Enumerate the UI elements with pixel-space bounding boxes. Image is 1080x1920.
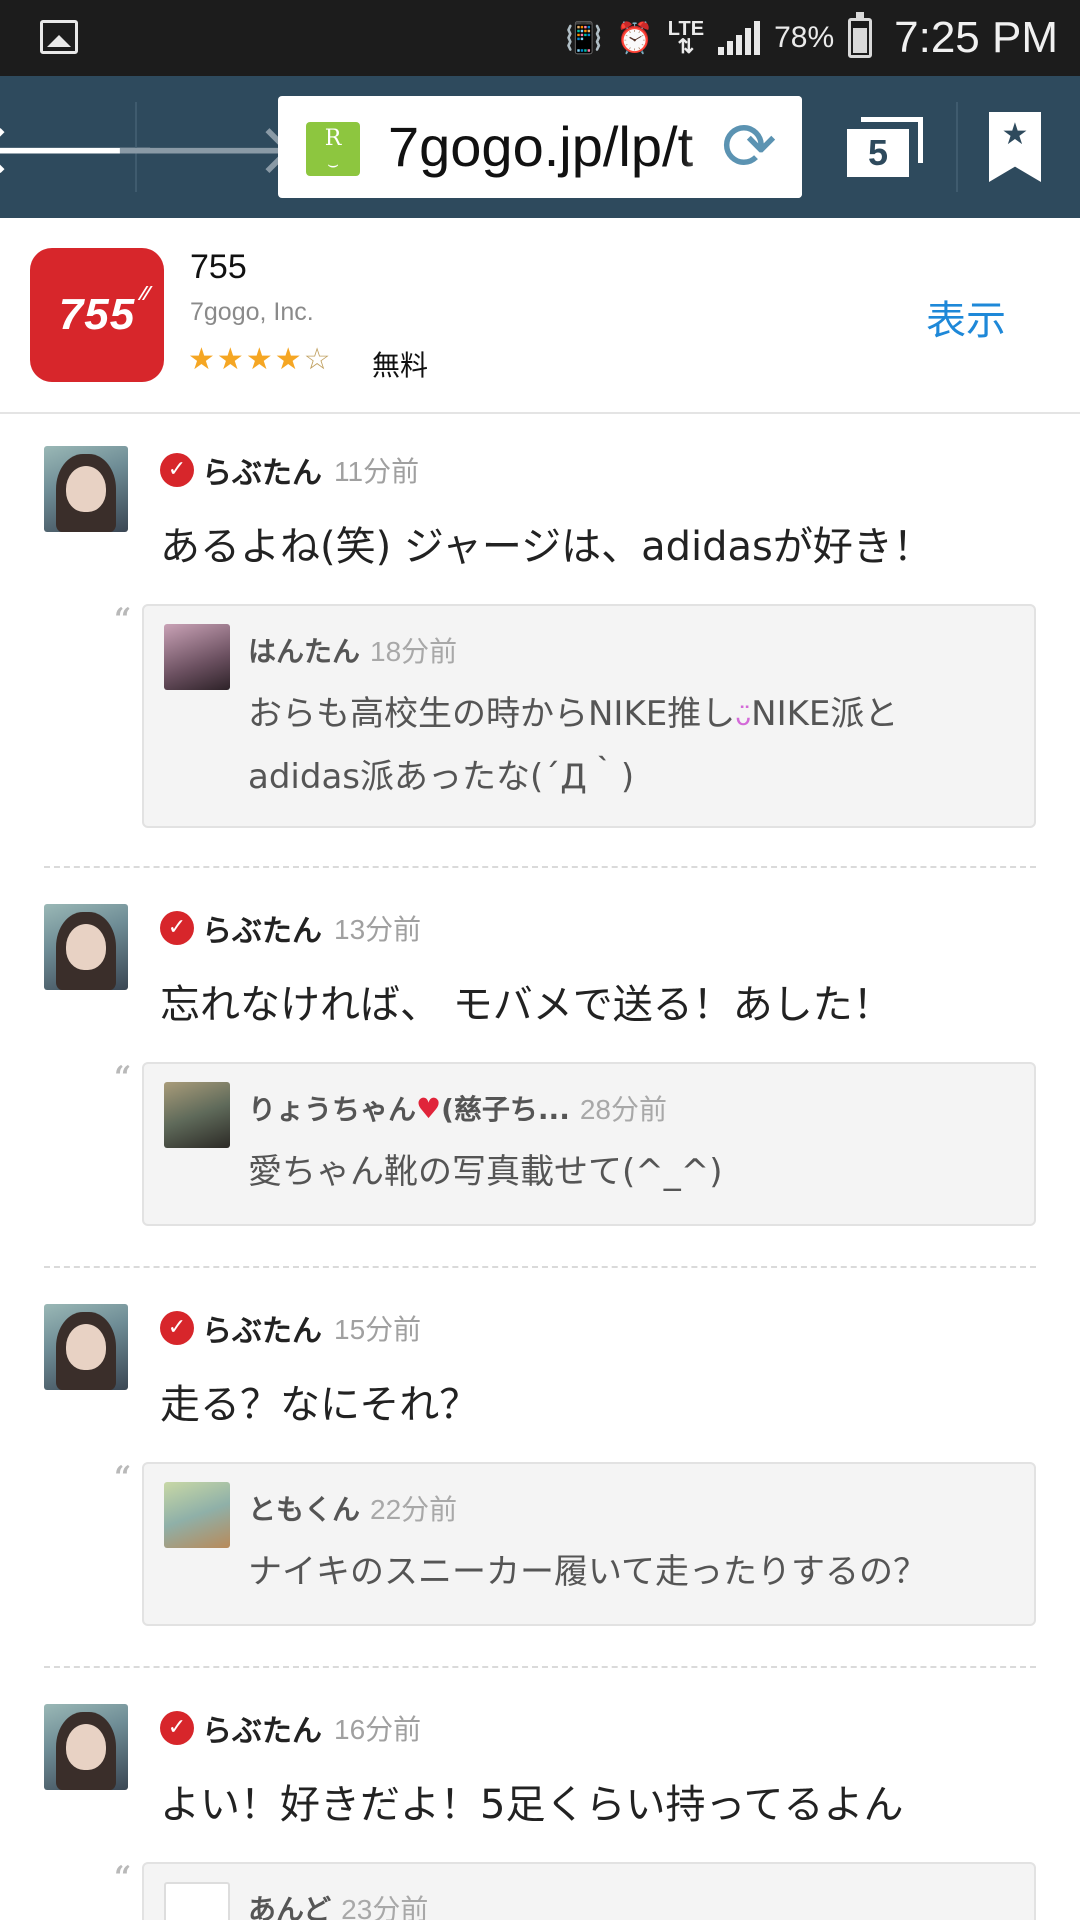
quote-icon: “ bbox=[114, 1060, 132, 1095]
post-header: ✓ らぶたん 11分前 bbox=[160, 448, 419, 492]
reply-author: はんたん bbox=[248, 635, 361, 668]
avatar[interactable] bbox=[44, 904, 128, 990]
bookmark-icon: ★ bbox=[989, 112, 1041, 182]
post-text: 走る？なにそれ？ bbox=[160, 1382, 480, 1428]
post-author[interactable]: らぶたん bbox=[202, 906, 322, 950]
star-outline-icon: ☆ bbox=[303, 342, 333, 377]
app-icon[interactable]: 755 ⁄⁄ bbox=[30, 248, 164, 382]
reply-author: あんど bbox=[248, 1893, 332, 1920]
status-icons: 📳 ⏰ LTE ⇅ 78% 7:25 PM bbox=[565, 0, 1058, 76]
forward-button[interactable]: 🡒 bbox=[111, 76, 299, 218]
alarm-icon: ⏰ bbox=[616, 20, 654, 56]
post-divider bbox=[44, 866, 1036, 868]
app-price: 無料 bbox=[372, 349, 429, 382]
reply-text: ナイキのスニーカー履いて走ったりするの？ bbox=[248, 1552, 927, 1592]
post-time: 11分前 bbox=[334, 456, 420, 487]
avatar[interactable] bbox=[44, 446, 128, 532]
post-author[interactable]: らぶたん bbox=[202, 448, 322, 492]
post-text: よい！好きだよ！5足くらい持ってるよん bbox=[160, 1782, 904, 1828]
reply-text: 愛ちゃん靴の写真載せて(^_^) bbox=[248, 1152, 723, 1192]
smile-emoji-icon: ᴗ̈ bbox=[735, 702, 752, 732]
reply-header: りょうちゃん ♥ (慈子ち... 28分前 bbox=[248, 1088, 667, 1128]
reply-avatar bbox=[164, 624, 230, 690]
tabs-icon: 5 bbox=[847, 117, 923, 177]
reply-header: はんたん 18分前 bbox=[248, 630, 457, 670]
verified-check-icon: ✓ bbox=[160, 911, 194, 945]
app-install-banner: 755 ⁄⁄ 755 7gogo, Inc. ★★★★☆ 無料 表示 bbox=[0, 218, 1080, 414]
reply-avatar bbox=[164, 1882, 230, 1920]
address-bar[interactable]: R ⌣ 7gogo.jp/lp/t ⟳ bbox=[278, 96, 802, 198]
verified-check-icon: ✓ bbox=[160, 1711, 194, 1745]
quote-icon: “ bbox=[114, 602, 132, 637]
reply-avatar bbox=[164, 1082, 230, 1148]
post-author[interactable]: らぶたん bbox=[202, 1306, 322, 1350]
post-time: 16分前 bbox=[334, 1714, 422, 1745]
tab-count: 5 bbox=[847, 129, 909, 177]
reply-time: 22分前 bbox=[370, 1494, 458, 1525]
lte-icon: LTE ⇅ bbox=[667, 18, 705, 58]
avatar[interactable] bbox=[44, 1304, 128, 1390]
reply-header: あんど 23分前 bbox=[248, 1888, 428, 1920]
toolbar-divider bbox=[956, 102, 958, 192]
quote-icon: “ bbox=[114, 1460, 132, 1495]
rating-stars: ★★★★☆ bbox=[188, 342, 333, 377]
post-time: 15分前 bbox=[334, 1314, 422, 1345]
reply-time: 23分前 bbox=[341, 1894, 429, 1920]
post-time: 13分前 bbox=[334, 914, 422, 945]
reply-author: りょうちゃん bbox=[248, 1093, 417, 1126]
reply-header: ともくん 22分前 bbox=[248, 1488, 457, 1528]
post-divider bbox=[44, 1266, 1036, 1268]
reply-time: 18分前 bbox=[370, 636, 458, 667]
post-text: あるよね(笑) ジャージは、adidasが好き！ bbox=[160, 524, 933, 570]
signal-icon bbox=[718, 21, 761, 55]
view-app-button[interactable]: 表示 bbox=[926, 288, 1006, 346]
browser-toolbar: 🡐 🡒 R ⌣ 7gogo.jp/lp/t ⟳ 5 ★ bbox=[0, 76, 1080, 218]
reply-card[interactable]: はんたん 18分前 おらも高校生の時からNIKE推しᴗ̈NIKE派と adida… bbox=[142, 604, 1036, 828]
reply-card[interactable]: りょうちゃん ♥ (慈子ち... 28分前 愛ちゃん靴の写真載せて(^_^) bbox=[142, 1062, 1036, 1226]
battery-percent: 78% bbox=[774, 21, 835, 54]
battery-icon bbox=[848, 12, 873, 58]
post-header: ✓ らぶたん 13分前 bbox=[160, 906, 421, 950]
arrow-right-icon: 🡒 bbox=[111, 107, 299, 190]
quote-icon: “ bbox=[114, 1860, 132, 1895]
app-developer: 7gogo, Inc. bbox=[190, 298, 314, 326]
reply-card[interactable]: ともくん 22分前 ナイキのスニーカー履いて走ったりするの？ bbox=[142, 1462, 1036, 1626]
reply-avatar bbox=[164, 1482, 230, 1548]
heart-icon: ♥ bbox=[416, 1091, 442, 1125]
post-author[interactable]: らぶたん bbox=[202, 1706, 322, 1750]
reply-time: 28分前 bbox=[579, 1094, 667, 1125]
reply-author: ともくん bbox=[248, 1493, 361, 1526]
avatar[interactable] bbox=[44, 1704, 128, 1790]
bookmark-button[interactable]: ★ bbox=[960, 76, 1070, 218]
post-header: ✓ らぶたん 16分前 bbox=[160, 1706, 421, 1750]
app-name: 755 bbox=[190, 248, 247, 286]
verified-check-icon: ✓ bbox=[160, 453, 194, 487]
refresh-icon[interactable]: ⟳ bbox=[710, 108, 788, 186]
star-icon: ★ bbox=[245, 342, 275, 377]
post-divider bbox=[44, 1666, 1036, 1668]
reply-text: おらも高校生の時からNIKE推しᴗ̈NIKE派と adidas派あったな(´Д｀… bbox=[248, 694, 899, 797]
reply-card[interactable]: あんど 23分前 bbox=[142, 1862, 1036, 1920]
post-text: 忘れなければ、 モバメで送る！あした！ bbox=[160, 982, 893, 1028]
star-icon: ★ bbox=[188, 342, 217, 377]
site-favicon-icon: R ⌣ bbox=[306, 122, 360, 176]
verified-check-icon: ✓ bbox=[160, 1311, 194, 1345]
clock: 7:25 PM bbox=[894, 13, 1058, 62]
star-icon: ★ bbox=[274, 342, 304, 377]
tabs-button[interactable]: 5 bbox=[820, 76, 950, 218]
star-icon: ★ bbox=[216, 342, 246, 377]
post-header: ✓ らぶたん 15分前 bbox=[160, 1306, 421, 1350]
vibrate-mute-icon: 📳 bbox=[565, 20, 603, 56]
gallery-notification-icon bbox=[40, 20, 78, 54]
status-bar: 📳 ⏰ LTE ⇅ 78% 7:25 PM bbox=[0, 0, 1080, 76]
